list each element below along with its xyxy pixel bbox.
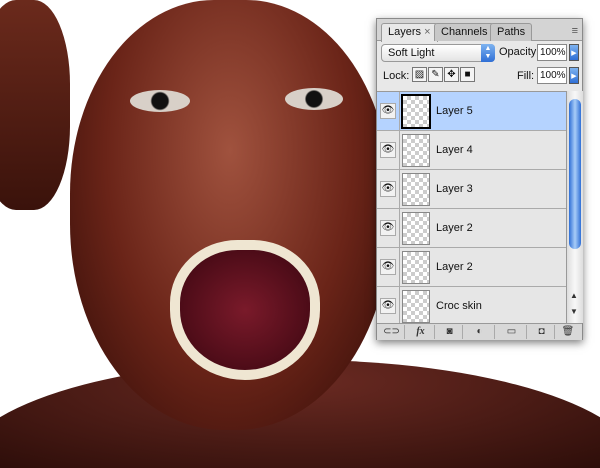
mask-icon[interactable]: ◙ xyxy=(437,325,463,339)
lock-transparent-icon[interactable]: ▨ xyxy=(412,67,427,82)
layer-row[interactable]: 👁 Layer 5 xyxy=(377,92,566,131)
layer-thumbnail xyxy=(402,134,430,167)
lock-position-icon[interactable]: ✥ xyxy=(444,67,459,82)
layer-name: Layer 5 xyxy=(436,105,473,117)
eye-icon[interactable]: 👁 xyxy=(380,220,396,236)
layer-thumbnail xyxy=(402,212,430,245)
adjustment-icon[interactable]: ◐ xyxy=(465,325,495,339)
tab-label: Paths xyxy=(497,26,526,38)
divider xyxy=(399,170,400,209)
layer-row[interactable]: 👁 Croc skin xyxy=(377,287,566,326)
horn-left xyxy=(0,0,70,210)
panel-tabs: Layers × Channels Paths ≡ xyxy=(377,19,582,42)
layers-toolbar: ⊂⊃ fx ◙ ◐ ▭ ◘ 🗑 xyxy=(377,323,582,340)
fill-slider-button[interactable]: ▶ xyxy=(569,67,579,84)
blend-mode-select[interactable]: Soft Light ▲ ▼ xyxy=(381,44,495,62)
tab-label: Layers xyxy=(388,26,422,38)
lock-label: Lock: xyxy=(383,70,410,82)
layer-row[interactable]: 👁 Layer 2 xyxy=(377,248,566,287)
layer-row[interactable]: 👁 Layer 4 xyxy=(377,131,566,170)
eye-icon[interactable]: 👁 xyxy=(380,298,396,314)
layer-row[interactable]: 👁 Layer 2 xyxy=(377,209,566,248)
layer-name: Layer 3 xyxy=(436,183,473,195)
eye-icon[interactable]: 👁 xyxy=(380,181,396,197)
new-layer-icon[interactable]: ◘ xyxy=(529,325,555,339)
layer-name: Layer 4 xyxy=(436,144,473,156)
fill-input[interactable]: 100% xyxy=(537,67,567,84)
layer-thumbnail xyxy=(401,94,431,129)
tab-channels[interactable]: Channels xyxy=(434,23,495,41)
opacity-input[interactable]: 100% xyxy=(537,44,567,61)
fx-icon[interactable]: fx xyxy=(407,325,435,339)
lock-all-icon[interactable]: ■ xyxy=(460,67,475,82)
opacity-label: Opacity: xyxy=(499,46,540,58)
fill-label: Fill: xyxy=(517,70,535,82)
lock-image-icon[interactable]: ✎ xyxy=(428,67,443,82)
layer-thumbnail xyxy=(402,173,430,206)
layer-name: Layer 2 xyxy=(436,222,473,234)
scrollbar-thumb[interactable] xyxy=(569,99,581,249)
layers-list: 👁 Layer 5 👁 Layer 4 👁 Layer 3 👁 Layer 2 👁 Lay… xyxy=(377,91,566,326)
eye-right xyxy=(285,88,343,110)
updown-arrows-icon: ▲ ▼ xyxy=(481,44,495,62)
layer-thumbnail xyxy=(402,290,430,323)
link-icon[interactable]: ⊂⊃ xyxy=(379,325,405,339)
folder-icon[interactable]: ▭ xyxy=(497,325,527,339)
tab-layers[interactable]: Layers × xyxy=(381,23,438,42)
blend-row: Soft Light ▲ ▼ Opacity: 100% ▶ xyxy=(377,41,582,65)
layer-thumbnail xyxy=(402,251,430,284)
divider xyxy=(399,248,400,287)
panel-menu-icon[interactable]: ≡ xyxy=(572,25,578,37)
blend-mode-value: Soft Light xyxy=(388,47,435,59)
opacity-slider-button[interactable]: ▶ xyxy=(569,44,579,61)
layer-name: Croc skin xyxy=(436,300,482,312)
layer-row[interactable]: 👁 Layer 3 xyxy=(377,170,566,209)
close-tab-icon[interactable]: × xyxy=(424,26,430,38)
layers-scrollbar[interactable]: ▲ ▼ xyxy=(566,91,583,323)
divider xyxy=(399,131,400,170)
eye-icon[interactable]: 👁 xyxy=(380,259,396,275)
divider xyxy=(399,287,400,326)
scroll-down-icon[interactable]: ▼ xyxy=(570,307,578,316)
trash-icon[interactable]: 🗑 xyxy=(557,325,579,339)
tab-paths[interactable]: Paths xyxy=(490,23,533,41)
mouth xyxy=(170,240,320,380)
eye-left xyxy=(130,90,190,112)
divider xyxy=(399,92,400,131)
scroll-up-icon[interactable]: ▲ xyxy=(570,291,578,300)
divider xyxy=(399,209,400,248)
eye-icon[interactable]: 👁 xyxy=(380,103,396,119)
layer-name: Layer 2 xyxy=(436,261,473,273)
tab-label: Channels xyxy=(441,26,488,38)
layers-panel: Layers × Channels Paths ≡ Soft Light ▲ ▼ O… xyxy=(376,18,583,340)
eye-icon[interactable]: 👁 xyxy=(380,142,396,158)
